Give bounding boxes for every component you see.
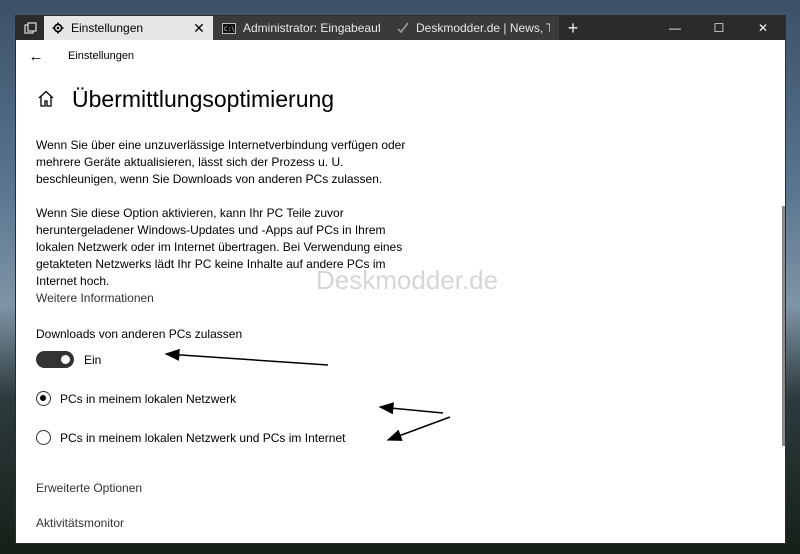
tab-close-icon[interactable]: ✕ (191, 20, 207, 36)
allow-downloads-toggle[interactable] (36, 351, 74, 368)
close-button[interactable]: ✕ (741, 16, 785, 40)
new-tab-button[interactable]: + (559, 16, 587, 40)
radio-button-checked[interactable] (36, 391, 51, 406)
toggle-knob (61, 355, 70, 364)
gear-icon (52, 22, 64, 34)
activity-monitor-link[interactable]: Aktivitätsmonitor (36, 516, 756, 530)
tab-deskmodder[interactable]: Deskmodder.de | News, Tipps (389, 16, 559, 40)
advanced-options-link[interactable]: Erweiterte Optionen (36, 481, 756, 495)
web-icon (397, 22, 409, 34)
description-paragraph-1: Wenn Sie über eine unzuverlässige Intern… (36, 138, 406, 186)
radio-label: PCs in meinem lokalen Netzwerk und PCs i… (60, 430, 346, 445)
cmd-icon: C:\ (222, 22, 236, 34)
page-content: Übermittlungsoptimierung Wenn Sie über e… (36, 72, 756, 530)
home-icon[interactable] (36, 89, 58, 111)
watermark: Deskmodder.de (316, 265, 499, 295)
page-header: Übermittlungsoptimierung (36, 86, 756, 113)
maximize-button[interactable]: ☐ (697, 16, 741, 40)
app-header: ← Einstellungen (16, 40, 785, 72)
tab-einstellungen[interactable]: Einstellungen ✕ (44, 16, 214, 40)
radio-local-and-internet[interactable]: PCs in meinem lokalen Netzwerk und PCs i… (36, 430, 756, 445)
svg-text:C:\: C:\ (224, 26, 235, 33)
minimize-button[interactable]: — (653, 16, 697, 40)
back-arrow-icon[interactable]: ← (16, 48, 56, 65)
tab-label: Deskmodder.de | News, Tipps (416, 21, 550, 35)
radio-local-network[interactable]: PCs in meinem lokalen Netzwerk (36, 391, 756, 406)
window-controls: — ☐ ✕ (653, 16, 785, 40)
radio-label: PCs in meinem lokalen Netzwerk (60, 391, 237, 406)
tab-label: Einstellungen (71, 21, 144, 35)
tab-label: Administrator: Eingabeaufforderung (243, 21, 380, 35)
app-title: Einstellungen (68, 50, 135, 62)
task-view-icon[interactable] (16, 16, 44, 40)
page-title: Übermittlungsoptimierung (72, 86, 335, 112)
scrollbar[interactable] (782, 206, 785, 446)
allow-downloads-label: Downloads von anderen PCs zulassen (36, 327, 243, 341)
tab-strip: Einstellungen ✕ C:\ Administrator: Einga… (16, 16, 785, 40)
radio-button[interactable] (36, 430, 51, 445)
toggle-state-text: Ein (84, 352, 102, 367)
allow-downloads-toggle-row: Ein (36, 351, 756, 368)
tab-eingabeaufforderung[interactable]: C:\ Administrator: Eingabeaufforderung (214, 16, 389, 40)
